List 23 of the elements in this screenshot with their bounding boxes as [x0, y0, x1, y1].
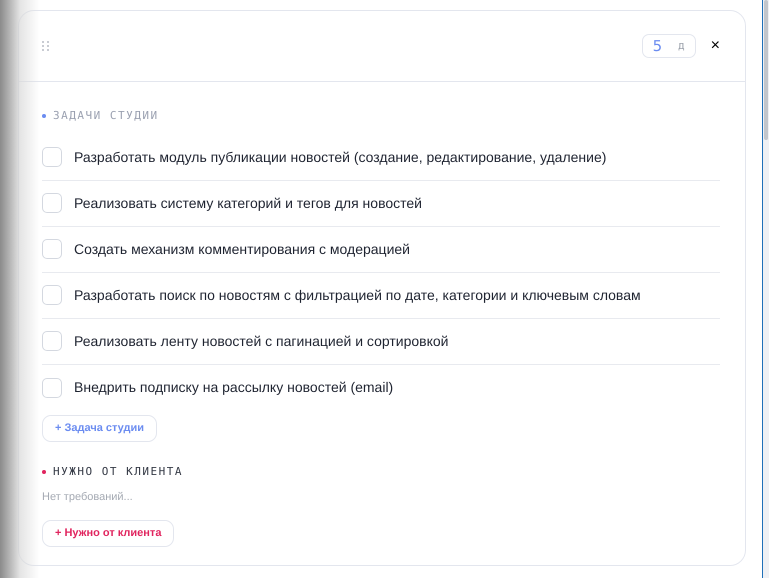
add-button[interactable]: + Нужно от клиента — [42, 520, 174, 546]
task-checkbox[interactable] — [42, 193, 62, 213]
task-text: Разработать модуль публикации новостей (создание, редактирование, удаление) — [74, 148, 606, 167]
section-title: ЗАДАЧИ СТУДИИ — [53, 108, 159, 124]
drag-handle-icon[interactable] — [42, 41, 49, 51]
days-unit: д — [678, 38, 685, 54]
add-button[interactable]: + Задача студии — [42, 414, 158, 442]
days-field[interactable]: 5 д — [642, 34, 696, 58]
task-checkbox[interactable] — [42, 147, 62, 167]
scrollbar-thumb[interactable] — [764, 0, 768, 140]
task-text: Реализовать систему категорий и тегов для новостей — [74, 194, 422, 213]
task-checkbox[interactable] — [42, 331, 62, 351]
empty-message: Нет требований... — [42, 490, 133, 505]
task-text: Создать механизм комментирования с модерацией — [74, 240, 410, 259]
task-text: Разработать поиск по новостям с фильтрацией по дате, категории и ключевым словам — [74, 286, 641, 305]
task-checkbox[interactable] — [42, 239, 62, 259]
task-text: Внедрить подписку на рассылку новостей (email) — [74, 378, 394, 397]
task-text: Реализовать ленту новостей с пагинацией и сортировкой — [74, 332, 448, 351]
close-button[interactable]: × — [710, 38, 720, 54]
task-checkbox[interactable] — [42, 285, 62, 305]
days-value: 5 — [652, 38, 662, 54]
task-checkbox[interactable] — [42, 378, 62, 398]
section-title: НУЖНО ОТ КЛИЕНТА — [53, 464, 183, 480]
